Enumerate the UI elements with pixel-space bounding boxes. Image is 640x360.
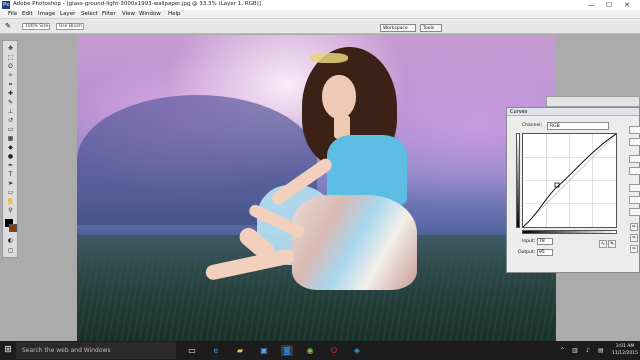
options-bar: ✎ 100% Size Use Brush Workspace Tools — [0, 19, 640, 34]
black-eyedropper-icon[interactable]: ✑ — [630, 223, 638, 231]
window-title: Adobe Photoshop - [glass-ground-light-30… — [13, 1, 261, 7]
stamp-tool-icon[interactable]: ⊥ — [5, 108, 16, 116]
maximize-button[interactable]: ☐ — [602, 0, 616, 10]
gradient-tool-icon[interactable]: ▦ — [5, 135, 16, 143]
network-icon[interactable]: ▥ — [572, 347, 578, 354]
pen-tool-icon[interactable]: ✒ — [5, 162, 16, 170]
marquee-tool-icon[interactable]: ⬚ — [5, 54, 16, 62]
path-select-icon[interactable]: ➤ — [5, 180, 16, 188]
brush-size-field[interactable]: 100% Size — [22, 23, 50, 30]
brush-tool-icon-2[interactable]: ✎ — [5, 99, 16, 107]
opera-browser-icon[interactable]: O — [328, 345, 340, 356]
menu-file[interactable]: File — [8, 11, 17, 17]
title-bar: Ps Adobe Photoshop - [glass-ground-light… — [0, 0, 640, 10]
dress-bottom — [292, 195, 417, 290]
file-explorer-icon[interactable]: ▰ — [234, 345, 246, 356]
menu-window[interactable]: Window — [139, 11, 161, 17]
options-button[interactable] — [629, 208, 640, 216]
hand-tool-icon[interactable]: ✋ — [5, 198, 16, 206]
mode-select[interactable]: Use Brush — [56, 23, 84, 30]
screen-mode-icon[interactable]: ▢ — [5, 247, 16, 255]
photoshop-taskbar-icon[interactable]: ◙ — [281, 345, 293, 356]
ok-button[interactable] — [629, 126, 640, 134]
language-icon[interactable]: ▤ — [598, 347, 604, 354]
clock-time: 3:01 AM — [615, 344, 635, 349]
taskbar-clock[interactable]: 3:01 AM 11/12/2015 — [612, 343, 638, 357]
volume-icon[interactable]: ♪ — [586, 347, 590, 354]
menu-view[interactable]: View — [122, 11, 135, 17]
load-button[interactable] — [629, 155, 640, 163]
curves-dialog: Curves Channel: RGB Input: 78 Output: 95… — [506, 107, 640, 273]
output-field[interactable]: 95 — [537, 249, 553, 256]
background-color-swatch[interactable] — [9, 224, 17, 232]
close-button[interactable]: ✕ — [620, 0, 634, 10]
taskbar-search-box[interactable]: Search the web and Windows — [16, 342, 176, 359]
tray-arrow-icon[interactable]: ^ — [560, 347, 565, 354]
cancel-button[interactable] — [629, 138, 640, 146]
smooth-button[interactable] — [629, 184, 640, 192]
windows-taskbar: ⊞ Search the web and Windows ▭ e ▰ ▣ ◙ ◉… — [0, 341, 640, 360]
edge-browser-icon[interactable]: e — [210, 345, 222, 356]
input-label: Input: — [522, 239, 536, 244]
dodge-tool-icon[interactable]: ● — [5, 153, 16, 161]
channel-select[interactable]: RGB — [547, 122, 609, 130]
output-label: Output: — [518, 250, 536, 255]
move-tool-icon[interactable]: ✥ — [5, 45, 16, 53]
pencil-draw-tool-icon[interactable]: ✎ — [608, 240, 616, 248]
taskbar-search-placeholder: Search the web and Windows — [22, 347, 111, 354]
tools-button[interactable]: Tools — [420, 24, 442, 32]
output-gradient-bar — [516, 133, 520, 228]
history-brush-icon[interactable]: ↺ — [5, 117, 16, 125]
menu-filter[interactable]: Filter — [102, 11, 116, 17]
type-tool-icon[interactable]: T — [5, 171, 16, 179]
woman-face — [322, 75, 356, 119]
minimize-button[interactable]: — — [584, 0, 598, 10]
curve-graph[interactable] — [522, 133, 617, 228]
menu-help[interactable]: Help — [168, 11, 181, 17]
clock-date: 11/12/2015 — [612, 351, 638, 356]
menu-layer[interactable]: Layer — [60, 11, 75, 17]
windows-start-icon[interactable]: ⊞ — [3, 345, 13, 355]
document-canvas[interactable] — [77, 35, 556, 341]
store-icon[interactable]: ▣ — [258, 345, 270, 356]
workspace-button[interactable]: Workspace — [380, 24, 416, 32]
gray-eyedropper-icon[interactable]: ✑ — [630, 234, 638, 242]
channel-label: Channel: — [522, 123, 542, 128]
menu-select[interactable]: Select — [81, 11, 98, 17]
app-taskbar-icon-1[interactable]: ◉ — [304, 345, 316, 356]
curves-title: Curves — [510, 109, 528, 115]
eraser-tool-icon[interactable]: ▭ — [5, 126, 16, 134]
save-button[interactable] — [629, 167, 640, 175]
shape-tool-icon[interactable]: ▭ — [5, 189, 16, 197]
toolbox: ✥ ⬚ ʘ ✧ ⌗ ✚ ✎ ⊥ ↺ ▭ ▦ ◆ ● ✒ T ➤ ▭ ✋ ⚲ ◐ … — [2, 40, 18, 258]
menu-edit[interactable]: Edit — [22, 11, 33, 17]
menu-image[interactable]: Image — [38, 11, 55, 17]
blur-tool-icon[interactable]: ◆ — [5, 144, 16, 152]
menu-bar: File Edit Image Layer Select Filter View… — [0, 10, 640, 19]
white-eyedropper-icon[interactable]: ✑ — [630, 245, 638, 253]
layers-panel-header — [546, 96, 640, 107]
healing-tool-icon[interactable]: ✚ — [5, 90, 16, 98]
magic-wand-icon[interactable]: ✧ — [5, 72, 16, 80]
task-view-icon[interactable]: ▭ — [186, 345, 198, 356]
curves-dialog-titlebar[interactable]: Curves — [507, 108, 639, 116]
photoshop-logo-icon: Ps — [2, 1, 10, 9]
flower-crown — [310, 53, 348, 63]
quick-mask-icon[interactable]: ◐ — [5, 237, 16, 245]
brush-tool-icon[interactable]: ✎ — [3, 22, 13, 31]
curve-point-tool-icon[interactable]: ∿ — [599, 240, 607, 248]
lasso-tool-icon[interactable]: ʘ — [5, 63, 16, 71]
input-field[interactable]: 78 — [537, 238, 553, 245]
zoom-tool-icon[interactable]: ⚲ — [5, 207, 16, 215]
app-taskbar-icon-2[interactable]: ◈ — [351, 345, 363, 356]
auto-button[interactable] — [629, 196, 640, 204]
input-gradient-bar — [522, 230, 617, 234]
crop-tool-icon[interactable]: ⌗ — [5, 81, 16, 89]
